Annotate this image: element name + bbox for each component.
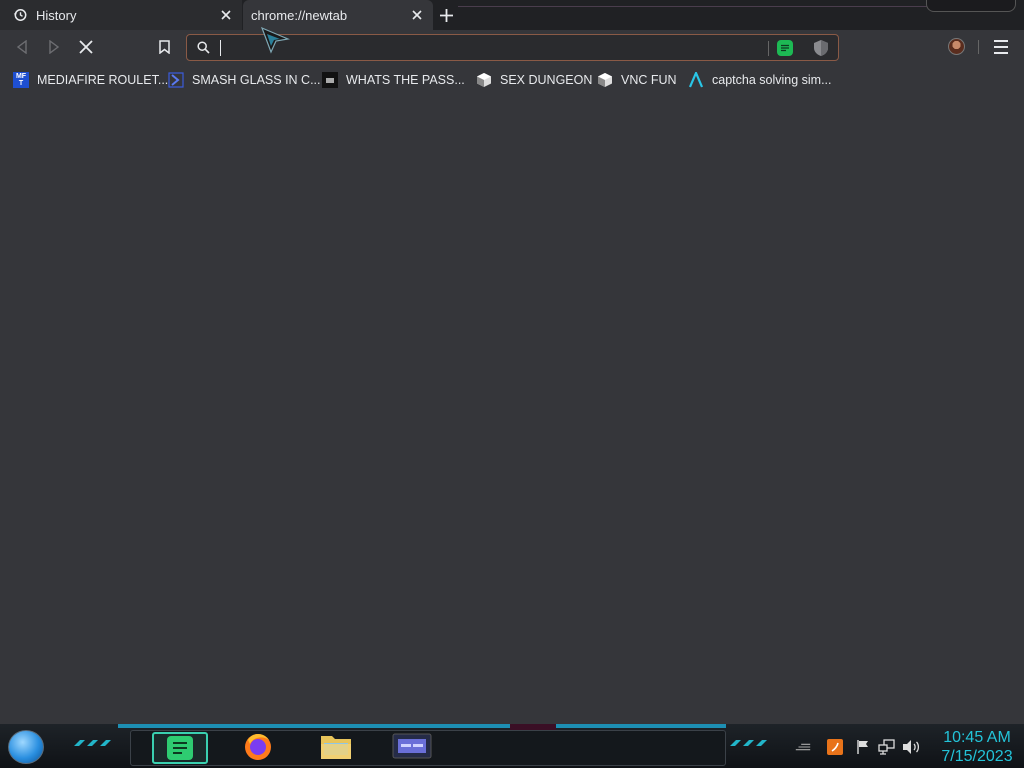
text-caret xyxy=(220,40,221,56)
start-button[interactable] xyxy=(8,730,44,764)
new-tab-button[interactable] xyxy=(436,5,456,25)
dark-site-icon xyxy=(322,72,338,88)
cube-icon xyxy=(597,72,613,88)
bookmark-button[interactable] xyxy=(155,38,173,56)
plus-icon xyxy=(439,8,453,22)
toolbar-divider xyxy=(978,40,979,54)
system-tray xyxy=(790,734,930,760)
show-hidden-icons-icon[interactable] xyxy=(794,738,812,756)
decorative-chevrons-icon xyxy=(74,740,111,746)
profile-avatar[interactable] xyxy=(948,38,965,55)
tab-history[interactable]: History xyxy=(0,0,242,30)
back-arrow-icon xyxy=(16,40,27,54)
close-icon[interactable] xyxy=(409,7,425,23)
search-icon xyxy=(197,41,210,54)
window-frame-decoration xyxy=(926,0,1016,12)
chat-bubble-icon xyxy=(167,736,193,760)
bookmark-label: SEX DUNGEON xyxy=(500,73,593,87)
tab-title: chrome://newtab xyxy=(251,7,348,23)
menu-line xyxy=(994,46,1008,48)
lines-icon xyxy=(781,44,789,52)
bookmark-item[interactable]: WHATS THE PASS... xyxy=(322,71,465,89)
bookmark-label: MEDIAFIRE ROULET... xyxy=(37,73,169,87)
tab-title: History xyxy=(36,7,77,23)
taskbar-clock[interactable]: 10:45 AM 7/15/2023 xyxy=(930,728,1024,768)
chat-app-icon[interactable] xyxy=(152,732,208,764)
bookmark-label: VNC FUN xyxy=(621,73,677,87)
bookmark-label: captcha solving sim... xyxy=(712,73,832,87)
bookmark-item[interactable]: SEX DUNGEON xyxy=(476,71,592,89)
menu-line xyxy=(994,52,1008,54)
bookmark-item[interactable]: MF T MEDIAFIRE ROULET... xyxy=(13,71,168,89)
cube-icon xyxy=(476,72,492,88)
window-app-logo-icon xyxy=(392,733,432,759)
mouse-cursor-icon xyxy=(260,26,290,54)
lambda-icon xyxy=(688,72,704,88)
clock-date: 7/15/2023 xyxy=(941,748,1013,765)
action-center-flag-icon[interactable] xyxy=(854,738,872,756)
menu-line xyxy=(994,40,1008,42)
window-app-icon[interactable] xyxy=(380,730,444,762)
forward-arrow-icon xyxy=(49,40,60,54)
bookmark-label: WHATS THE PASS... xyxy=(346,73,465,87)
bookmark-item[interactable]: SMASH GLASS IN C... xyxy=(168,71,321,89)
tab-strip: History chrome://newtab xyxy=(0,0,1024,30)
address-input[interactable] xyxy=(219,38,759,57)
browser-window: History chrome://newtab MF T MEDIAFIRE R… xyxy=(0,0,1024,724)
volume-icon[interactable] xyxy=(902,738,920,756)
history-icon xyxy=(12,7,28,23)
toolbar xyxy=(0,30,1024,64)
bookmark-label: SMASH GLASS IN C... xyxy=(192,73,321,87)
close-icon[interactable] xyxy=(218,7,234,23)
file-explorer-icon[interactable] xyxy=(318,730,354,762)
tab-strip-divider xyxy=(458,6,928,7)
taskbar-accent-line xyxy=(118,724,726,728)
java-update-icon[interactable] xyxy=(826,738,844,756)
close-icon xyxy=(79,40,93,54)
chat-extension-icon[interactable] xyxy=(777,40,793,56)
menu-button[interactable] xyxy=(994,40,1008,54)
bookmark-item[interactable]: VNC FUN xyxy=(597,71,677,89)
bookmark-icon xyxy=(158,40,170,54)
omnibox-divider xyxy=(768,41,769,56)
bookmark-item[interactable]: captcha solving sim... xyxy=(688,71,832,89)
folder-icon xyxy=(321,736,351,759)
decorative-chevrons-icon xyxy=(730,740,767,746)
clock-time: 10:45 AM xyxy=(943,729,1011,746)
firefox-icon[interactable] xyxy=(240,730,276,762)
forward-button[interactable] xyxy=(45,38,63,56)
stop-loading-button[interactable] xyxy=(77,38,95,56)
shield-extension-icon[interactable] xyxy=(813,39,829,57)
chevron-logo-icon xyxy=(168,72,184,88)
network-icon[interactable] xyxy=(878,738,896,756)
back-button[interactable] xyxy=(13,38,31,56)
bookmarks-bar: MF T MEDIAFIRE ROULET... SMASH GLASS IN C… xyxy=(0,64,1024,96)
mediafire-icon: MF T xyxy=(13,72,29,88)
firefox-logo-icon xyxy=(245,734,271,760)
